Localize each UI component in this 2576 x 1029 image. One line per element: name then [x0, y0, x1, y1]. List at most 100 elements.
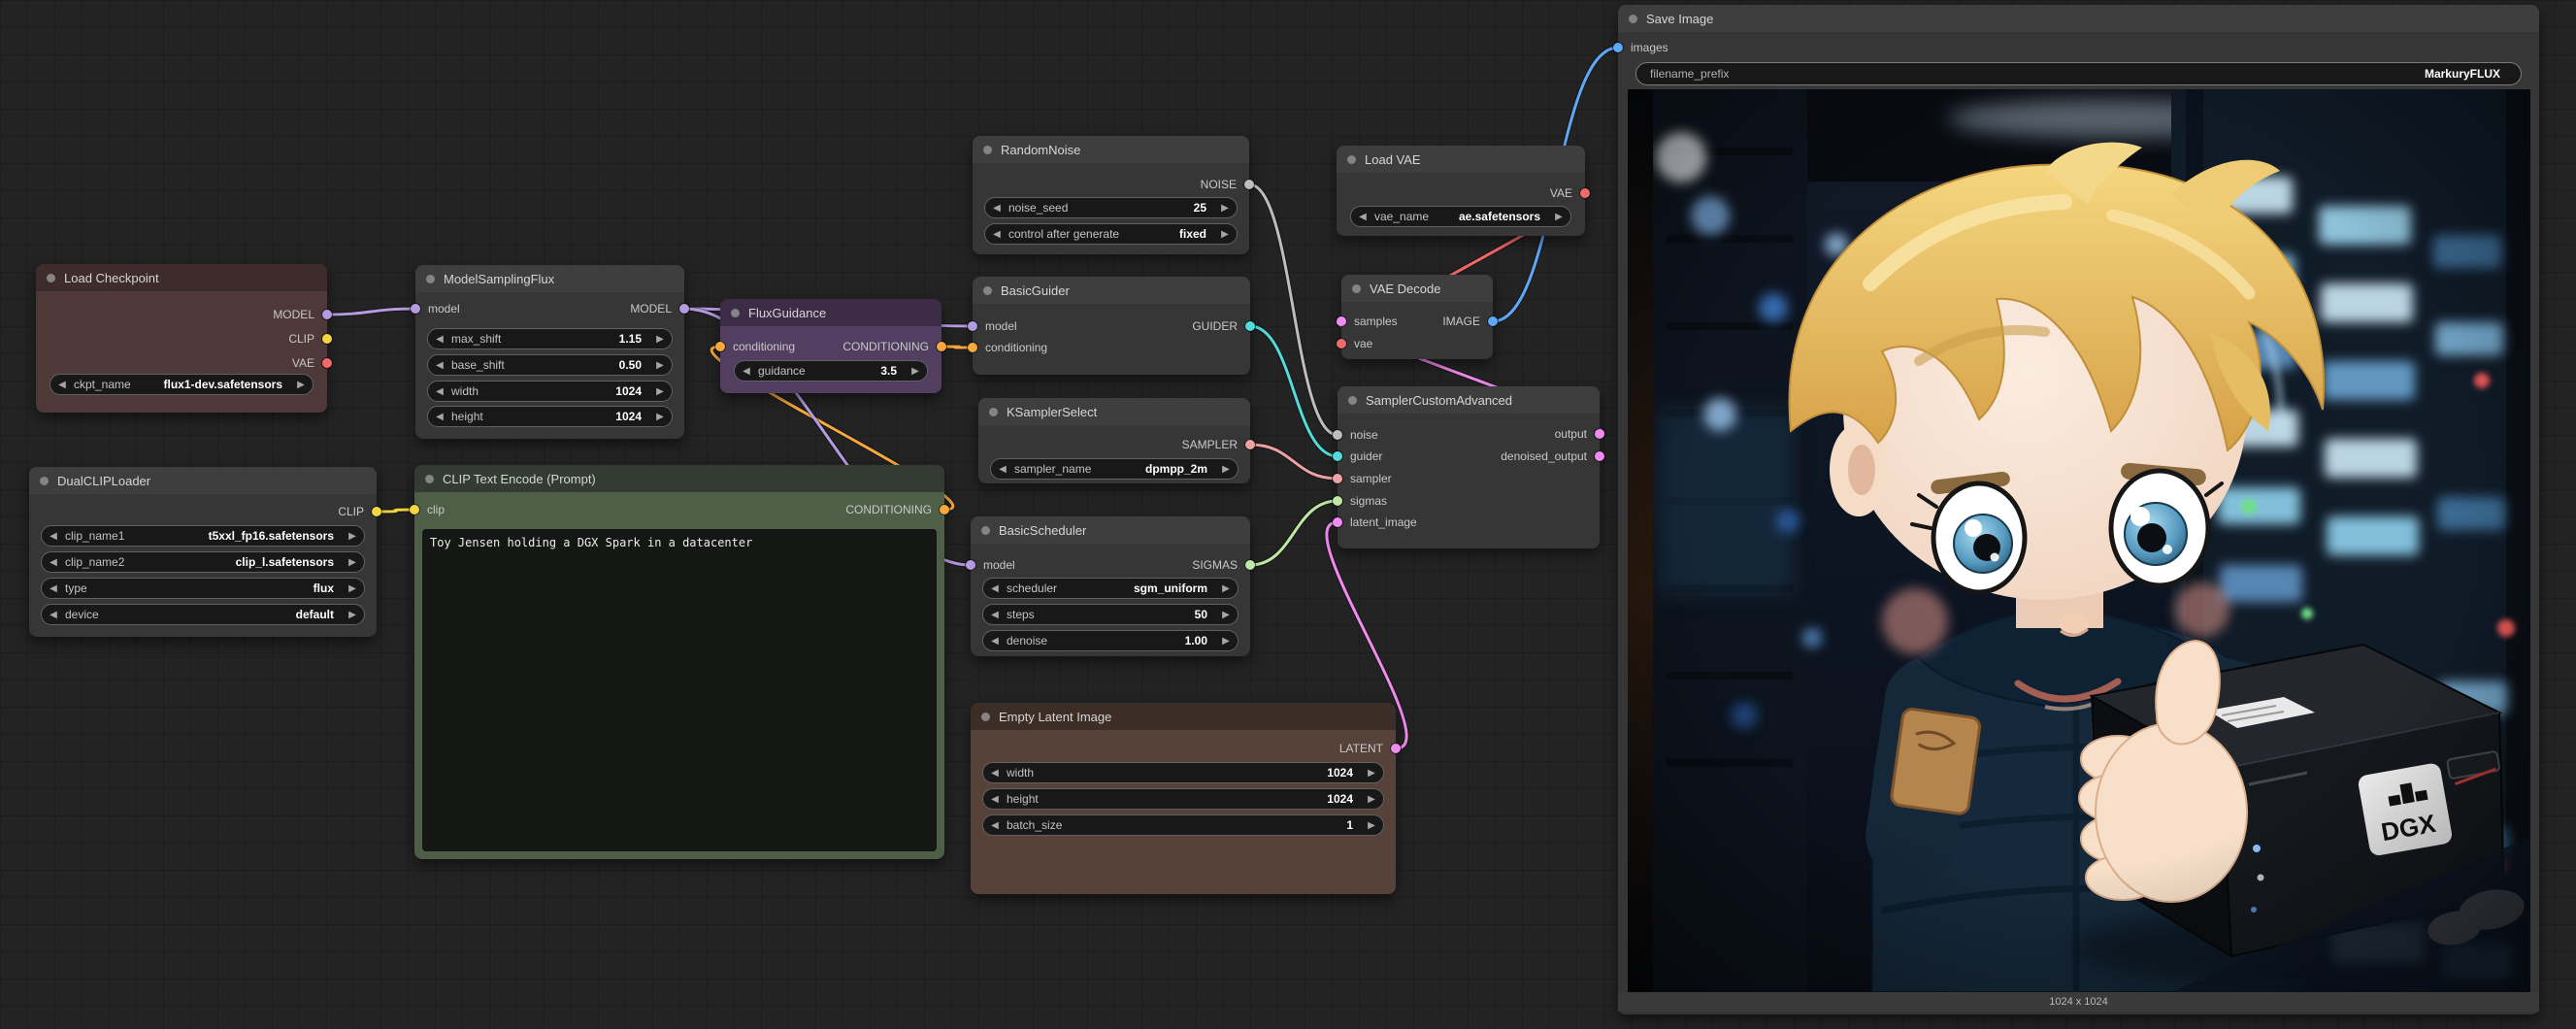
collapse-dot-icon[interactable]	[983, 286, 992, 295]
port-dot-icon[interactable]	[1391, 744, 1401, 753]
decrement-arrow-icon[interactable]: ◀	[42, 610, 65, 620]
increment-arrow-icon[interactable]: ▶	[1213, 229, 1237, 240]
node-basic-guider[interactable]: BasicGuidermodelconditioningGUIDER	[973, 277, 1250, 375]
node-header-ksampler-select[interactable]: KSamplerSelect	[978, 398, 1250, 425]
decrement-arrow-icon[interactable]: ◀	[42, 583, 65, 594]
increment-arrow-icon[interactable]: ▶	[1360, 768, 1383, 779]
widget-noise-seed[interactable]: ◀noise_seed25▶	[984, 197, 1238, 218]
port-dot-icon[interactable]	[1245, 321, 1255, 331]
port-dot-icon[interactable]	[940, 505, 949, 514]
output-port-SIGMAS[interactable]: SIGMAS	[1192, 557, 1255, 573]
input-port-vae[interactable]: vae	[1337, 336, 1372, 351]
input-port-sampler[interactable]: sampler	[1333, 471, 1392, 486]
widget-scheduler[interactable]: ◀schedulersgm_uniform▶	[982, 578, 1238, 599]
decrement-arrow-icon[interactable]: ◀	[42, 531, 65, 542]
decrement-arrow-icon[interactable]: ◀	[985, 203, 1008, 214]
port-dot-icon[interactable]	[410, 505, 419, 514]
port-dot-icon[interactable]	[1595, 429, 1604, 439]
increment-arrow-icon[interactable]: ▶	[648, 386, 672, 397]
node-load-vae[interactable]: Load VAEVAE◀vae_nameae.safetensors▶	[1337, 146, 1585, 236]
port-dot-icon[interactable]	[715, 342, 725, 351]
collapse-dot-icon[interactable]	[1629, 15, 1637, 23]
decrement-arrow-icon[interactable]: ◀	[42, 557, 65, 568]
port-dot-icon[interactable]	[1613, 43, 1623, 52]
node-header-clip-text-encode[interactable]: CLIP Text Encode (Prompt)	[414, 465, 944, 492]
increment-arrow-icon[interactable]: ▶	[648, 360, 672, 371]
decrement-arrow-icon[interactable]: ◀	[983, 768, 1007, 779]
port-dot-icon[interactable]	[1595, 451, 1604, 461]
port-dot-icon[interactable]	[1580, 188, 1590, 198]
input-port-sigmas[interactable]: sigmas	[1333, 493, 1387, 509]
node-header-load-checkpoint[interactable]: Load Checkpoint	[36, 264, 327, 291]
widget-base-shift[interactable]: ◀base_shift0.50▶	[427, 354, 673, 376]
decrement-arrow-icon[interactable]: ◀	[983, 636, 1007, 647]
widget-steps[interactable]: ◀steps50▶	[982, 604, 1238, 625]
output-port-VAE[interactable]: VAE	[292, 355, 332, 371]
widget-ckpt-name[interactable]: ◀ckpt_nameflux1-dev.safetensors▶	[50, 374, 314, 395]
port-dot-icon[interactable]	[1245, 440, 1255, 449]
increment-arrow-icon[interactable]: ▶	[341, 610, 364, 620]
input-port-images[interactable]: images	[1613, 40, 1668, 55]
output-port-GUIDER[interactable]: GUIDER	[1192, 318, 1255, 334]
port-dot-icon[interactable]	[322, 310, 332, 319]
output-port-NOISE[interactable]: NOISE	[1201, 177, 1254, 192]
increment-arrow-icon[interactable]: ▶	[1214, 610, 1238, 620]
input-port-samples[interactable]: samples	[1337, 314, 1398, 329]
collapse-dot-icon[interactable]	[1348, 396, 1357, 405]
port-dot-icon[interactable]	[322, 334, 332, 344]
node-dual-clip-loader[interactable]: DualCLIPLoaderCLIP◀clip_name1t5xxl_fp16.…	[29, 467, 377, 637]
collapse-dot-icon[interactable]	[425, 475, 434, 483]
decrement-arrow-icon[interactable]: ◀	[991, 464, 1014, 475]
output-port-VAE[interactable]: VAE	[1550, 185, 1590, 201]
increment-arrow-icon[interactable]: ▶	[1547, 212, 1570, 222]
widget-denoise[interactable]: ◀denoise1.00▶	[982, 630, 1238, 651]
collapse-dot-icon[interactable]	[981, 526, 990, 535]
collapse-dot-icon[interactable]	[40, 477, 49, 485]
increment-arrow-icon[interactable]: ▶	[1214, 583, 1238, 594]
widget-control-after-generate[interactable]: ◀control after generatefixed▶	[984, 223, 1238, 245]
input-port-model[interactable]: model	[968, 318, 1017, 334]
decrement-arrow-icon[interactable]: ◀	[428, 360, 451, 371]
output-port-IMAGE[interactable]: IMAGE	[1442, 314, 1498, 329]
port-dot-icon[interactable]	[1337, 316, 1346, 326]
widget-clip-name1[interactable]: ◀clip_name1t5xxl_fp16.safetensors▶	[41, 525, 365, 547]
collapse-dot-icon[interactable]	[426, 275, 435, 283]
widget-width[interactable]: ◀width1024▶	[982, 762, 1384, 783]
port-dot-icon[interactable]	[1245, 560, 1255, 570]
node-header-dual-clip-loader[interactable]: DualCLIPLoader	[29, 467, 377, 494]
widget-height[interactable]: ◀height1024▶	[427, 406, 673, 427]
port-dot-icon[interactable]	[966, 560, 975, 570]
input-port-conditioning[interactable]: conditioning	[968, 340, 1047, 355]
increment-arrow-icon[interactable]: ▶	[289, 380, 313, 390]
widget-guidance[interactable]: ◀guidance3.5▶	[734, 360, 928, 382]
decrement-arrow-icon[interactable]: ◀	[1351, 212, 1374, 222]
increment-arrow-icon[interactable]: ▶	[1360, 794, 1383, 805]
collapse-dot-icon[interactable]	[47, 274, 55, 282]
node-header-vae-decode[interactable]: VAE Decode	[1341, 275, 1493, 302]
node-header-random-noise[interactable]: RandomNoise	[973, 136, 1249, 163]
decrement-arrow-icon[interactable]: ◀	[735, 366, 758, 377]
port-dot-icon[interactable]	[968, 343, 977, 352]
increment-arrow-icon[interactable]: ▶	[648, 334, 672, 345]
collapse-dot-icon[interactable]	[731, 309, 740, 317]
input-port-model[interactable]: model	[411, 301, 460, 316]
output-port-denoised_output[interactable]: denoised_output	[1501, 448, 1604, 464]
decrement-arrow-icon[interactable]: ◀	[985, 229, 1008, 240]
node-header-save-image[interactable]: Save Image	[1618, 5, 2539, 32]
widget-batch-size[interactable]: ◀batch_size1▶	[982, 814, 1384, 836]
widget-sampler-name[interactable]: ◀sampler_namedpmpp_2m▶	[990, 458, 1238, 480]
node-header-flux-guidance[interactable]: FluxGuidance	[720, 299, 941, 326]
widget-vae-name[interactable]: ◀vae_nameae.safetensors▶	[1350, 206, 1571, 227]
decrement-arrow-icon[interactable]: ◀	[983, 820, 1007, 831]
increment-arrow-icon[interactable]: ▶	[904, 366, 927, 377]
node-header-sampler-custom-advanced[interactable]: SamplerCustomAdvanced	[1338, 386, 1600, 414]
port-dot-icon[interactable]	[372, 507, 381, 516]
port-dot-icon[interactable]	[937, 342, 946, 351]
input-port-guider[interactable]: guider	[1333, 448, 1382, 464]
increment-arrow-icon[interactable]: ▶	[341, 531, 364, 542]
output-port-CLIP[interactable]: CLIP	[288, 331, 332, 347]
increment-arrow-icon[interactable]: ▶	[1214, 464, 1238, 475]
collapse-dot-icon[interactable]	[1347, 155, 1356, 164]
port-dot-icon[interactable]	[1337, 339, 1346, 349]
decrement-arrow-icon[interactable]: ◀	[50, 380, 74, 390]
